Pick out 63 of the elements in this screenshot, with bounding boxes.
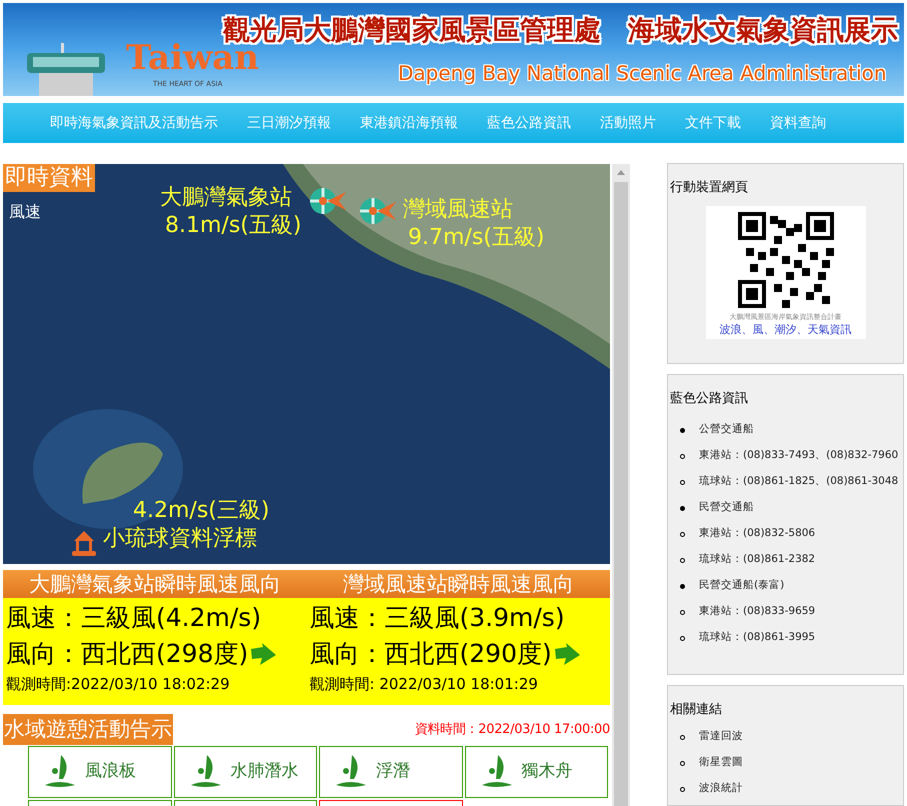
circle-bullet-icon — [680, 760, 685, 766]
station-name: 小琉球資料浮標 — [103, 525, 257, 553]
list-link[interactable]: 琉球站：(08)861-2382 — [699, 552, 816, 568]
wind-speed: 風速：三級風(4.2m/s) — [6, 602, 262, 634]
bullet-icon — [680, 584, 685, 588]
circle-bullet-icon — [680, 558, 685, 562]
station-name: 灣域風速站 — [403, 196, 513, 224]
panel-title: 相關連結 — [670, 701, 723, 719]
list-link[interactable]: 衛星雲圖 — [699, 755, 743, 771]
section-heading: 水域遊憩活動告示 — [3, 714, 173, 745]
activity-label: 風浪板 — [85, 760, 136, 784]
activity-label: 水肺潛水 — [230, 760, 298, 784]
arrow-icon — [552, 643, 581, 665]
qr-code-icon — [738, 212, 834, 308]
wind-speed: 風速：三級風(3.9m/s) — [310, 602, 566, 634]
bullet-icon — [680, 428, 685, 432]
activity-label: 浮潛 — [376, 760, 410, 784]
activity-tile[interactable]: 浮潛 — [319, 746, 462, 798]
station-name: 大鵬灣氣象站 — [160, 184, 292, 212]
list-link[interactable]: 雷達回波 — [699, 729, 743, 745]
wind-direction: 風向：西北西(290度) — [310, 638, 552, 670]
panel-header: 大鵬灣氣象站瞬時風速風向 — [3, 570, 306, 598]
layer-label: 風速 — [9, 201, 41, 223]
section-heading: 即時資料 — [3, 164, 95, 192]
circle-bullet-icon — [680, 636, 685, 640]
circle-bullet-icon — [680, 454, 685, 458]
activity-tile[interactable]: 獨木舟 — [464, 746, 608, 798]
station-reading: 4.2m/s(三級) — [133, 497, 270, 525]
circle-bullet-icon — [680, 734, 685, 740]
observation-time: 觀測時間:2022/03/10 18:02:29 — [6, 674, 231, 695]
banner-subtitle: Dapeng Bay National Scenic Area Administration — [398, 63, 887, 83]
arrow-icon — [249, 643, 278, 665]
banner-title: 觀光局大鵬灣國家風景區管理處 海域水文氣象資訊展示 — [223, 17, 898, 44]
scrollbar[interactable] — [612, 164, 630, 806]
panel-title: 藍色公路資訊 — [670, 390, 749, 408]
list-link[interactable]: 琉球站：(08)861-3995 — [699, 630, 816, 646]
panel-title: 行動裝置網頁 — [670, 179, 749, 197]
circle-bullet-icon — [680, 532, 685, 536]
bullet-icon — [680, 506, 685, 510]
wind-direction: 風向：西北西(298度) — [6, 638, 248, 670]
data-time: 資料時間：2022/03/10 17:00:00 — [414, 720, 610, 738]
activity-tile[interactable]: 風浪板 — [28, 746, 172, 798]
buoy-icon — [71, 529, 97, 557]
observation-time: 觀測時間: 2022/03/10 18:01:29 — [310, 674, 539, 695]
list-link[interactable]: 東港站：(08)832-5806 — [699, 526, 816, 542]
circle-bullet-icon — [680, 480, 685, 484]
fan-icon — [359, 196, 397, 226]
list-link[interactable]: 公營交通船 — [699, 422, 754, 438]
qr-subcaption: 波浪、風、潮汐、天氣資訊 — [720, 322, 852, 338]
station-reading: 9.7m/s(五級) — [408, 224, 544, 252]
circle-bullet-icon — [680, 610, 685, 614]
panel-header: 灣域風速站瞬時風速風向 — [306, 570, 610, 598]
station-reading: 8.1m/s(五級) — [165, 212, 302, 240]
list-link[interactable]: 東港站：(08)833-7493、(08)832-7960 — [699, 448, 898, 464]
list-link[interactable]: 琉球站：(08)861-1825、(08)861-3048 — [699, 474, 898, 490]
list-link[interactable]: 東港站：(08)833-9659 — [699, 604, 816, 620]
list-link[interactable]: 民營交通船(泰富) — [699, 578, 784, 594]
list-link[interactable]: 民營交通船 — [699, 500, 754, 516]
activity-label: 獨木舟 — [522, 760, 572, 784]
fan-icon — [309, 186, 347, 216]
activity-tile[interactable]: 水肺潛水 — [174, 746, 317, 798]
circle-bullet-icon — [680, 786, 685, 792]
list-link[interactable]: 波浪統計 — [699, 781, 743, 797]
